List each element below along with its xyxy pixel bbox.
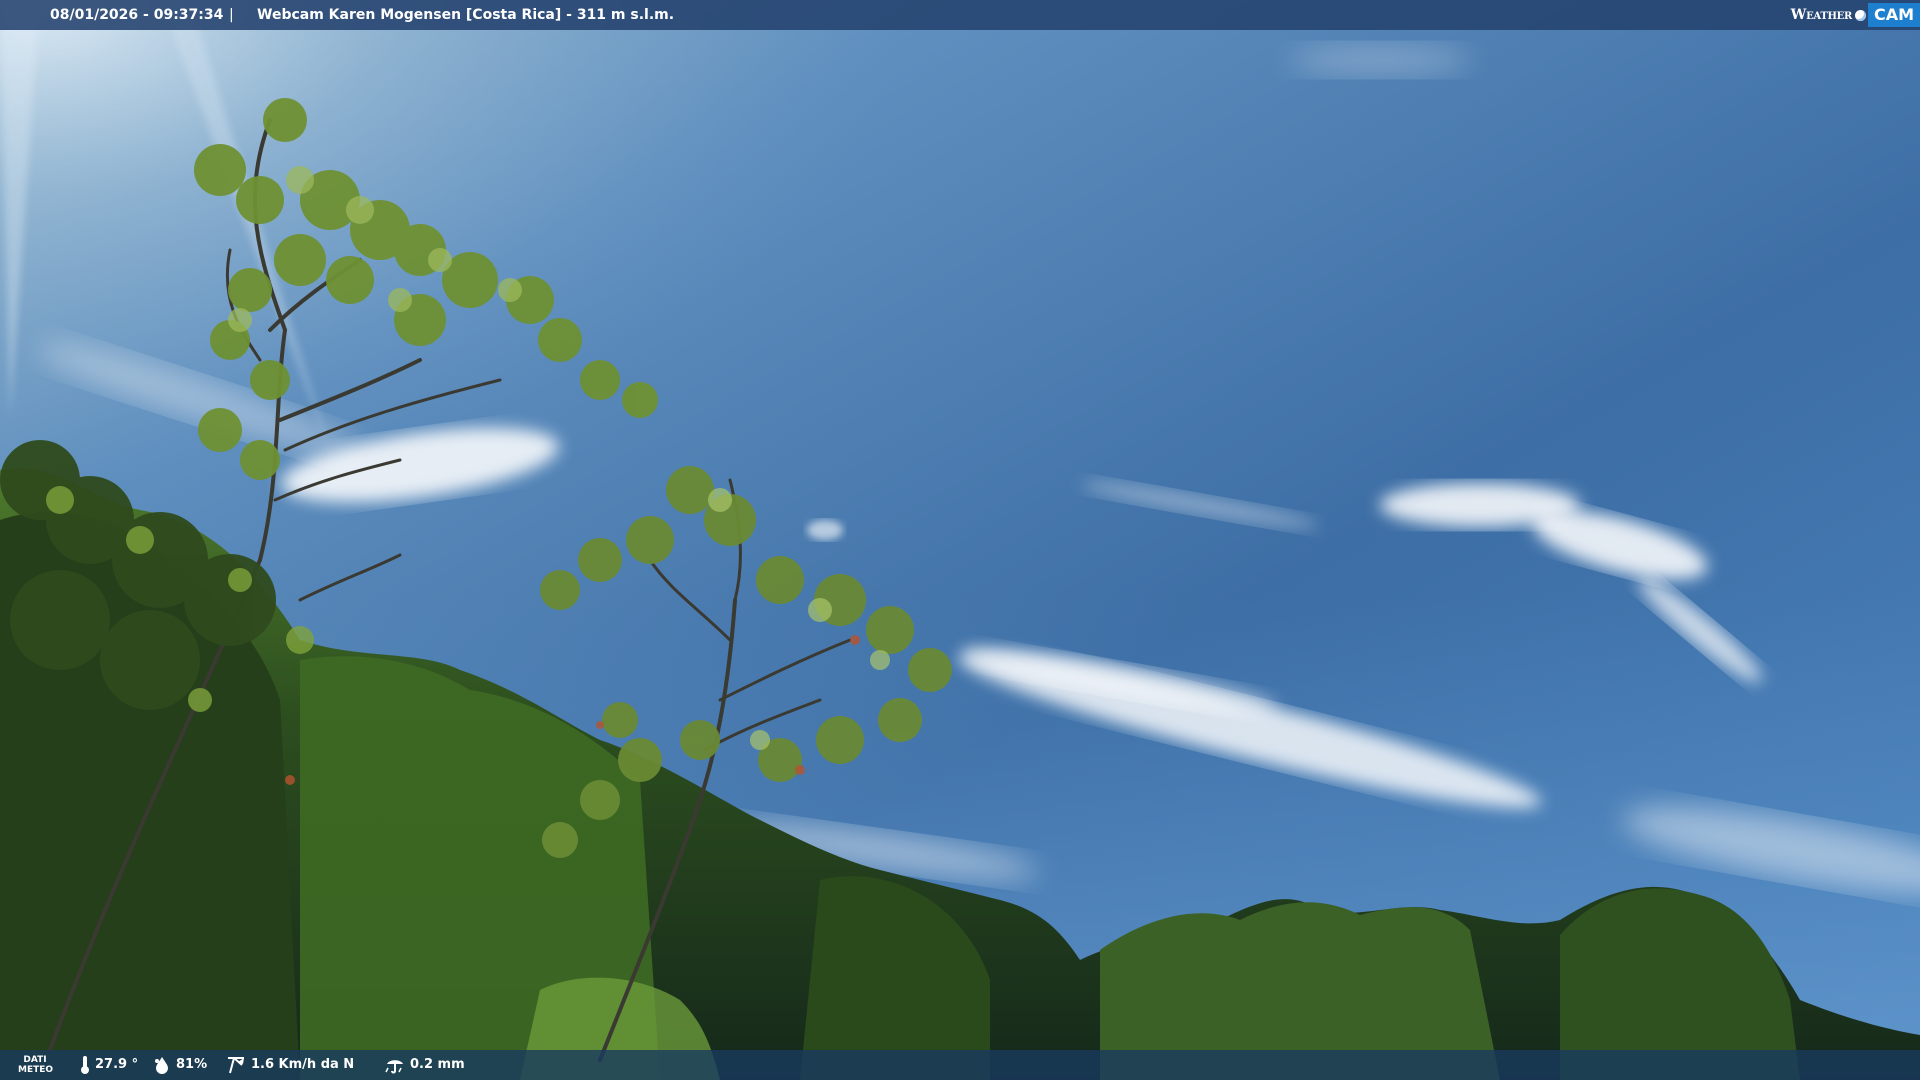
thermometer-icon (81, 1056, 89, 1074)
humidity-value: 81% (176, 1057, 208, 1072)
logo-weather-text: Weather (1790, 7, 1853, 23)
webcam-frame: 08/01/2026 - 09:37:34 | Webcam Karen Mog… (0, 0, 1920, 1080)
temperature-value: 27.9 ° (95, 1057, 139, 1072)
meteo-label-line1: DATI (23, 1055, 47, 1065)
temperature-stat: 27.9 ° (80, 1050, 138, 1080)
rain-value: 0.2 mm (410, 1057, 465, 1072)
logo-cam-text: CAM (1867, 3, 1920, 27)
meteo-label: DATI METEO (18, 1055, 54, 1075)
separator: | (229, 7, 234, 23)
top-info-bar: 08/01/2026 - 09:37:34 | Webcam Karen Mog… (0, 0, 1920, 30)
humidity-stat: 81% (153, 1050, 207, 1080)
logo-globe-icon (1854, 9, 1866, 21)
rain-gauge-icon (385, 1060, 403, 1074)
meteo-label-line2: METEO (18, 1065, 54, 1075)
rain-stat: 0.2 mm (385, 1050, 465, 1080)
humidity-drop-icon (155, 1057, 168, 1074)
timestamp: 08/01/2026 - 09:37:34 (50, 7, 224, 23)
bottom-weather-bar: DATI METEO 27.9 ° 81% 1.6 Km/h da N 0.2 … (0, 1050, 1920, 1080)
wind-value: 1.6 Km/h da N (251, 1057, 355, 1072)
webcam-title: Webcam Karen Mogensen [Costa Rica] - 311… (257, 7, 675, 23)
wind-icon (228, 1057, 244, 1074)
wind-stat: 1.6 Km/h da N (226, 1050, 354, 1080)
webcam-image (0, 0, 1920, 1080)
weather-cam-logo: Weather CAM (1791, 0, 1920, 30)
